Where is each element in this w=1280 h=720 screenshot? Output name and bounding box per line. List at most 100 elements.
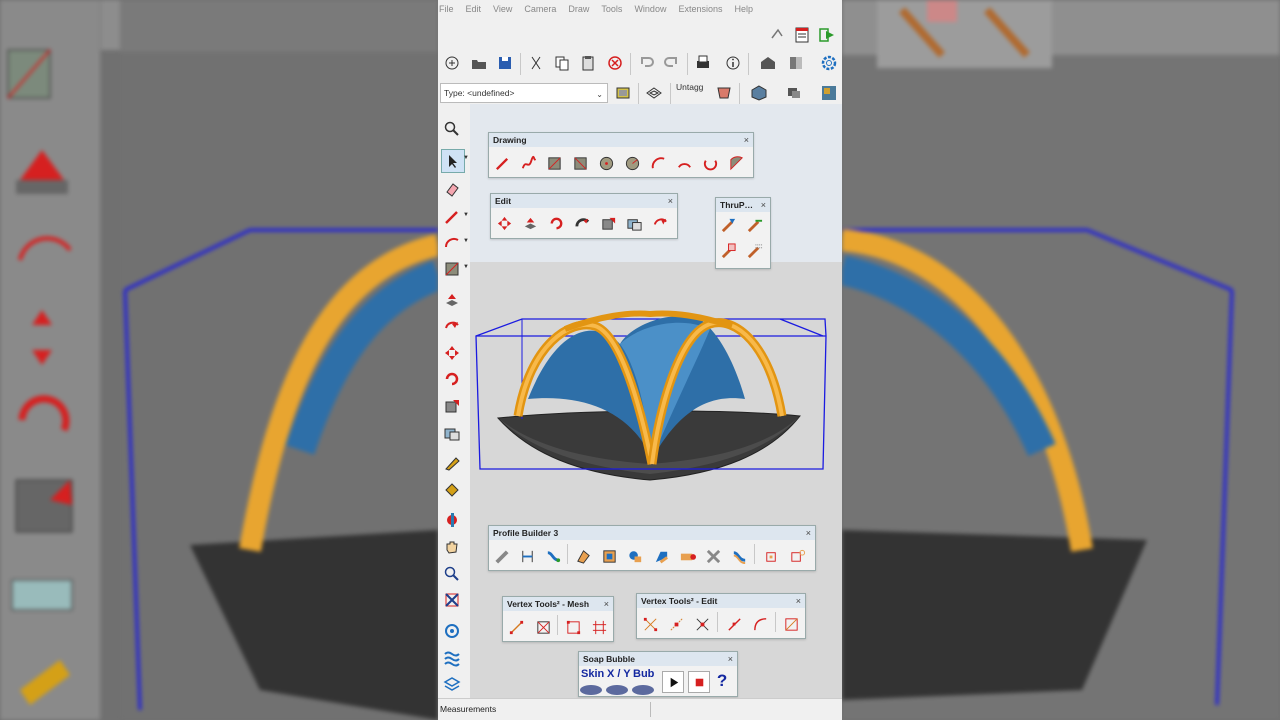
profile-sweep-icon[interactable] [651,546,671,566]
mesh-triangulate-icon[interactable] [533,617,553,637]
profile-pipe-icon[interactable] [677,546,697,566]
pie-icon[interactable] [726,153,746,173]
close-icon[interactable]: × [761,198,766,212]
offset-icon[interactable] [624,213,644,233]
zoom-extents-icon[interactable] [441,589,463,611]
mesh-quad-icon[interactable] [563,617,583,637]
new-icon[interactable] [441,52,463,74]
profile-settings-icon[interactable] [761,546,781,566]
group-icon[interactable] [783,82,805,104]
play-icon[interactable] [662,671,684,693]
material-paint-icon[interactable] [612,82,634,104]
follow-me-icon[interactable] [572,213,592,233]
save-icon[interactable] [494,52,516,74]
zoom-icon[interactable] [441,118,463,140]
push-pull-icon[interactable] [441,289,463,311]
menu-extensions[interactable]: Extensions [678,4,722,14]
menu-camera[interactable]: Camera [524,4,556,14]
follow-me-icon[interactable] [441,316,463,338]
vertex-select-icon[interactable] [640,614,660,634]
profile-shapes-icon[interactable] [625,546,645,566]
rectangle-icon[interactable] [544,153,564,173]
erase-delete-icon[interactable] [604,52,626,74]
warehouse-icon[interactable] [757,52,779,74]
redo-arrow-icon[interactable] [766,24,788,46]
thrupaint-line-icon[interactable] [744,215,764,235]
close-icon[interactable]: × [668,194,673,208]
stop-icon[interactable] [688,671,710,693]
profile-options-icon[interactable] [787,546,807,566]
iso-view-icon[interactable] [748,82,770,104]
vertex-move-icon[interactable] [692,614,712,634]
curve-arrow-icon[interactable] [650,213,670,233]
model-info-icon[interactable] [722,52,744,74]
menu-view[interactable]: View [493,4,512,14]
line-dropdown-icon[interactable]: ▼ [463,212,469,218]
profile-pencil-icon[interactable] [491,546,511,566]
menu-file[interactable]: File [439,4,454,14]
menu-draw[interactable]: Draw [568,4,589,14]
three-point-arc-icon[interactable] [700,153,720,173]
component-icon[interactable] [818,82,840,104]
export-icon[interactable] [816,24,838,46]
rotate-icon[interactable] [441,368,463,390]
mesh-grid-icon[interactable] [589,617,609,637]
arc-icon[interactable] [441,232,463,254]
shaded-style-icon[interactable] [713,82,735,104]
section-plane-icon[interactable] [441,509,463,531]
tag-selector[interactable]: Untagg [676,82,703,92]
move-icon[interactable] [441,342,463,364]
scale-icon[interactable] [441,395,463,417]
rotate-icon[interactable] [546,213,566,233]
select-dropdown-icon[interactable]: ▼ [463,155,469,161]
redo-icon[interactable] [661,52,683,74]
thrupaint-brush-icon[interactable] [718,215,738,235]
settings-gear-icon[interactable] [818,52,840,74]
shape-dropdown-icon[interactable]: ▼ [463,264,469,270]
freehand-icon[interactable] [518,153,538,173]
rectangle-icon[interactable] [441,258,463,280]
vertex-rect-icon[interactable] [781,614,801,634]
menu-edit[interactable]: Edit [466,4,482,14]
profile-extrude-icon[interactable] [573,546,593,566]
circle-icon[interactable] [596,153,616,173]
eraser-icon[interactable] [441,178,463,200]
mesh-line-icon[interactable] [506,617,526,637]
stack-layers-icon[interactable] [441,673,463,695]
vertex-soft-select-icon[interactable] [666,614,686,634]
close-icon[interactable]: × [796,594,801,608]
measurements-input[interactable] [650,702,841,717]
pencil-icon[interactable] [492,153,512,173]
soap-xy-button[interactable]: X / Y [607,668,631,680]
close-icon[interactable]: × [806,526,811,540]
polygon-icon[interactable] [622,153,642,173]
menu-tools[interactable]: Tools [601,4,622,14]
profile-dimension-icon[interactable] [517,546,537,566]
orbit-icon[interactable] [441,620,463,642]
thrupaint-grid-icon[interactable] [744,241,764,261]
pan-hand-icon[interactable] [441,536,463,558]
extension-warehouse-icon[interactable] [785,52,807,74]
soap-skin-button[interactable]: Skin [581,668,604,680]
vertex-curve-icon[interactable] [750,614,770,634]
open-icon[interactable] [468,52,490,74]
thrupaint-box-icon[interactable] [718,241,738,261]
arc-icon[interactable] [648,153,668,173]
profile-cross-icon[interactable] [703,546,723,566]
paint-bucket-icon[interactable] [441,479,463,501]
profile-box-icon[interactable] [599,546,619,566]
two-point-arc-icon[interactable] [674,153,694,173]
menu-window[interactable]: Window [634,4,666,14]
offset-icon[interactable] [441,422,463,444]
push-pull-icon[interactable] [520,213,540,233]
print-icon[interactable] [692,52,714,74]
layers-icon[interactable] [643,82,665,104]
document-list-icon[interactable] [791,24,813,46]
type-selector[interactable]: Type: <undefined> ⌄ [440,83,608,103]
rotated-rectangle-icon[interactable] [570,153,590,173]
vertex-line-icon[interactable] [724,614,744,634]
close-icon[interactable]: × [604,597,609,611]
arc-dropdown-icon[interactable]: ▼ [463,238,469,244]
copy-icon[interactable] [551,52,573,74]
undo-icon[interactable] [635,52,657,74]
